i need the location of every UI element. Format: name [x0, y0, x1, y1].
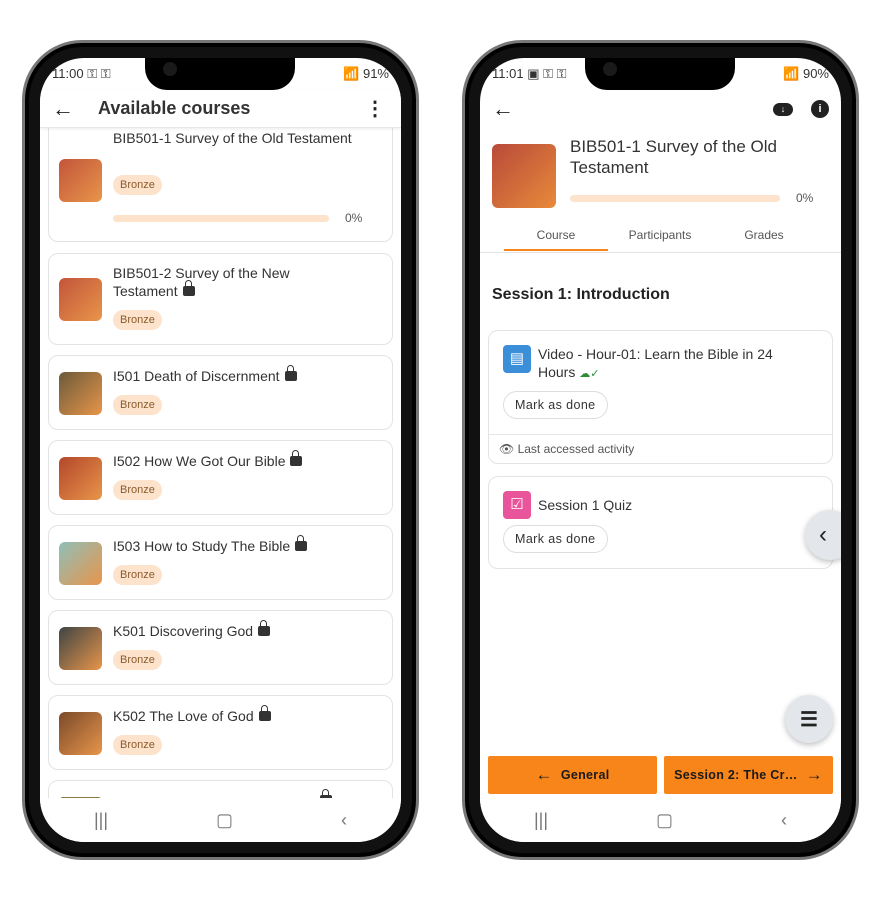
chevron-left-icon: ‹: [819, 521, 827, 548]
course-card[interactable]: BIB501-2 Survey of the New Testament Bro…: [48, 253, 393, 345]
more-vertical-icon[interactable]: ⋮: [365, 96, 385, 121]
status-time: 11:01: [492, 66, 524, 81]
back-arrow-icon[interactable]: ←: [492, 96, 514, 122]
course-title: K501 Discovering God: [113, 620, 352, 640]
course-card[interactable]: BIB501-1 Survey of the Old Testament Bro…: [48, 116, 393, 242]
system-nav-bar: ||| ▢ ‹: [480, 798, 841, 842]
course-card[interactable]: I501 Death of Discernment Bronze: [48, 355, 393, 430]
home-icon[interactable]: ▢: [656, 810, 673, 831]
course-thumbnail: [59, 627, 102, 670]
badge: Bronze: [113, 735, 162, 755]
recents-icon[interactable]: |||: [94, 810, 108, 831]
arrow-left-icon: ←: [535, 765, 553, 784]
badge: Bronze: [113, 480, 162, 500]
badge: Bronze: [113, 310, 162, 330]
app-bar: ← Available courses ⋮: [40, 90, 401, 128]
active-tab-indicator: [504, 249, 608, 251]
last-accessed-label: Last accessed activity: [517, 442, 635, 456]
course-card[interactable]: I502 How We Got Our Bible Bronze: [48, 440, 393, 515]
arrow-right-icon: →: [805, 765, 823, 784]
tab-grades[interactable]: Grades: [712, 228, 816, 242]
course-thumbnail: [59, 278, 102, 321]
tab-course[interactable]: Course: [504, 228, 608, 242]
course-thumbnail: [59, 712, 102, 755]
badge: Bronze: [113, 175, 162, 195]
cloud-download-icon[interactable]: ↓: [773, 102, 793, 116]
notification-icons: ⚿ ⚿: [87, 66, 111, 81]
screen-available-courses: 11:00 ⚿ ⚿ 📶 91% ← Available courses ⋮ BI…: [40, 58, 401, 842]
section-title: Session 1: Introduction: [492, 286, 670, 303]
course-title: BIB501-1 Survey of the Old Testament: [570, 137, 777, 177]
notification-icons: ▣ ⚿ ⚿: [527, 66, 567, 81]
tab-participants[interactable]: Participants: [608, 228, 712, 242]
activity-card-quiz[interactable]: ☑ Session 1 Quiz Mark as done: [488, 476, 833, 569]
mark-as-done-button[interactable]: Mark as done: [503, 525, 608, 553]
tabs-divider: [480, 252, 841, 253]
next-section-button[interactable]: Session 2: The Cr… →: [664, 756, 833, 794]
battery-level: 91%: [362, 66, 389, 81]
phone-left: 11:00 ⚿ ⚿ 📶 91% ← Available courses ⋮ BI…: [22, 40, 419, 860]
lock-icon: [258, 705, 271, 721]
lock-icon: [258, 620, 271, 636]
mark-as-done-button[interactable]: Mark as done: [503, 391, 608, 419]
page-title: Available courses: [98, 98, 251, 118]
camera-notch: [585, 58, 735, 90]
course-progress-label: 0%: [796, 191, 814, 205]
course-progress-label: 0%: [345, 211, 363, 225]
course-title: BIB501-1 Survey of the Old Testament: [113, 130, 352, 146]
course-progress-bar: [113, 215, 329, 222]
status-time: 11:00: [52, 66, 84, 81]
course-card[interactable]: K501 Discovering God Bronze: [48, 610, 393, 685]
course-title: I502 How We Got Our Bible: [113, 450, 352, 470]
phone-right: 11:01 ▣ ⚿ ⚿ 📶 90% ← ↓ i BIB501-1 Survey …: [462, 40, 859, 860]
activity-title[interactable]: Session 1 Quiz: [538, 497, 632, 513]
activity-card-video[interactable]: ▤ Video - Hour-01: Learn the Bible in 24…: [488, 330, 833, 464]
lock-icon: [182, 280, 195, 296]
app-bar: ← ↓ i: [480, 90, 841, 128]
course-card[interactable]: I503 How to Study The Bible Bronze: [48, 525, 393, 600]
document-icon: ▤: [503, 345, 531, 373]
home-icon[interactable]: ▢: [216, 810, 233, 831]
previous-section-button[interactable]: ← General: [488, 756, 657, 794]
course-progress-bar: [570, 195, 780, 202]
screen-course: 11:01 ▣ ⚿ ⚿ 📶 90% ← ↓ i BIB501-1 Survey …: [480, 58, 841, 842]
course-title: I503 How to Study The Bible: [113, 535, 352, 555]
course-card[interactable]: K502 The Love of God Bronze: [48, 695, 393, 770]
course-image: [492, 144, 556, 208]
lock-icon: [290, 450, 303, 466]
course-thumbnail: [59, 159, 102, 202]
course-title: BIB501-2 Survey of the New Testament: [113, 265, 290, 299]
badge: Bronze: [113, 565, 162, 585]
course-title: K502 The Love of God: [113, 705, 352, 725]
badge: Bronze: [113, 395, 162, 415]
list-icon: ☰: [800, 708, 818, 731]
course-thumbnail: [59, 372, 102, 415]
course-thumbnail: [59, 457, 102, 500]
quiz-icon: ☑: [503, 491, 531, 519]
divider: [489, 434, 832, 435]
lock-icon: [295, 535, 308, 551]
cloud-check-icon: ☁✓: [579, 368, 600, 380]
back-nav-icon[interactable]: ‹: [781, 810, 787, 831]
eye-icon: 👁: [499, 442, 515, 456]
back-arrow-icon[interactable]: ←: [52, 96, 74, 122]
camera-notch: [145, 58, 295, 90]
badge: Bronze: [113, 650, 162, 670]
lock-icon: [284, 365, 297, 381]
recents-icon[interactable]: |||: [534, 810, 548, 831]
activity-title[interactable]: Video - Hour-01: Learn the Bible in 24 H…: [538, 345, 788, 383]
system-nav-bar: ||| ▢ ‹: [40, 798, 401, 842]
info-icon[interactable]: i: [811, 100, 829, 118]
back-nav-icon[interactable]: ‹: [341, 810, 347, 831]
course-title: I501 Death of Discernment: [113, 365, 352, 385]
course-thumbnail: [59, 542, 102, 585]
course-index-fab[interactable]: ☰: [785, 695, 833, 743]
battery-level: 90%: [802, 66, 829, 81]
